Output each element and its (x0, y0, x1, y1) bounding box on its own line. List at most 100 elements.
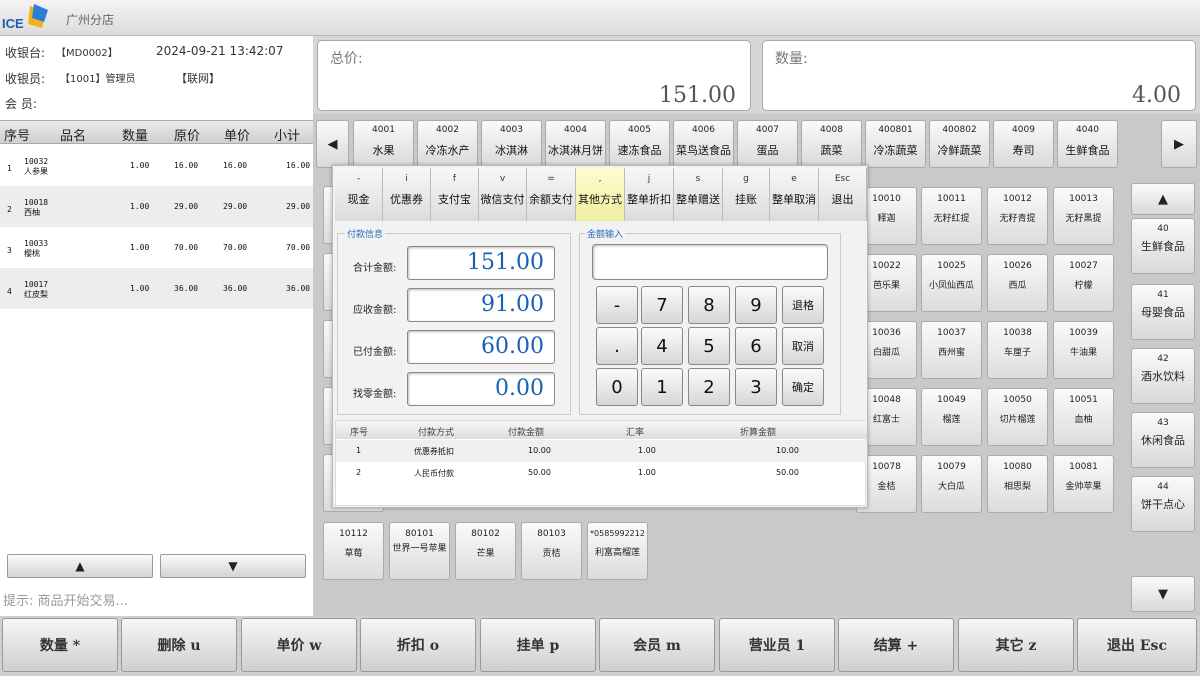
pay-row-rate: 1.00 (638, 446, 656, 455)
category-4004[interactable]: 4004 冰淇淋月饼 (545, 120, 606, 168)
cart-row[interactable]: 1 10032 人参果 1.00 16.00 16.00 16.00 (0, 145, 313, 186)
product-10050[interactable]: 10050 切片榴莲 (987, 388, 1048, 446)
cart-scroll-down-button[interactable]: ▼ (160, 554, 306, 578)
key-1[interactable]: 1 (641, 368, 683, 406)
product-80103[interactable]: 80103 贡桔 (521, 522, 582, 580)
price-function-button[interactable]: 单价 w (241, 618, 357, 672)
cart-row[interactable]: 4 10017 红皮梨 1.00 36.00 36.00 36.00 (0, 268, 313, 309)
col-price: 单价 (224, 129, 251, 144)
pay-coupon-button[interactable]: i 优惠券 (383, 168, 431, 221)
category-400802[interactable]: 400802 冷鲜蔬菜 (929, 120, 990, 168)
product-10037[interactable]: 10037 西州蜜 (921, 321, 982, 379)
key-cancel[interactable]: 取消 (782, 327, 824, 365)
side-category-43[interactable]: 43 休闲食品 (1131, 412, 1195, 468)
key-8[interactable]: 8 (688, 286, 730, 324)
amount-input-field[interactable] (592, 244, 828, 280)
product-name: 西州蜜 (937, 348, 965, 358)
category-4003[interactable]: 4003 冰淇淋 (481, 120, 542, 168)
product-10025[interactable]: 10025 小凤仙西瓜 (921, 254, 982, 312)
pay-hotkey: e (791, 174, 797, 184)
product-code: 10081 (1069, 462, 1098, 472)
product-10079[interactable]: 10079 大白瓜 (921, 455, 982, 513)
discount-function-button[interactable]: 折扣 o (360, 618, 476, 672)
key-dot[interactable]: . (596, 327, 638, 365)
side-category-name: 生鲜食品 (1141, 240, 1185, 253)
amount-due-label: 应收金额: (353, 305, 397, 316)
key-2[interactable]: 2 (688, 368, 730, 406)
side-category-44[interactable]: 44 饼干点心 (1131, 476, 1195, 532)
product-0585992212[interactable]: *0585992212 利富高榴莲 (587, 522, 648, 580)
product-10011[interactable]: 10011 无籽红提 (921, 187, 982, 245)
category-4040[interactable]: 4040 生鲜食品 (1057, 120, 1118, 168)
pay-gift-button[interactable]: s 整单赠送 (674, 168, 723, 221)
product-code: 10011 (937, 194, 966, 204)
key-5[interactable]: 5 (688, 327, 730, 365)
product-10112[interactable]: 10112 草莓 (323, 522, 384, 580)
product-10012[interactable]: 10012 无籽青提 (987, 187, 1048, 245)
product-10027[interactable]: 10027 柠檬 (1053, 254, 1114, 312)
pay-discount-button[interactable]: j 整单折扣 (625, 168, 674, 221)
category-4006[interactable]: 4006 菜鸟送食品 (673, 120, 734, 168)
other-function-button[interactable]: 其它 z (958, 618, 1074, 672)
cart-scroll-up-button[interactable]: ▲ (7, 554, 153, 578)
key-minus[interactable]: - (596, 286, 638, 324)
pay-hotkey: j (647, 174, 651, 184)
category-4009[interactable]: 4009 寿司 (993, 120, 1054, 168)
category-next-button[interactable]: ▶ (1161, 120, 1197, 168)
key-3[interactable]: 3 (735, 368, 777, 406)
cart-row[interactable]: 3 10033 樱桃 1.00 70.00 70.00 70.00 (0, 227, 313, 268)
key-backspace[interactable]: 退格 (782, 286, 824, 324)
row-qty: 1.00 (130, 243, 150, 252)
side-category-40[interactable]: 40 生鲜食品 (1131, 218, 1195, 274)
side-category-42[interactable]: 42 酒水饮料 (1131, 348, 1195, 404)
key-confirm[interactable]: 确定 (782, 368, 824, 406)
category-4008[interactable]: 4008 蔬菜 (801, 120, 862, 168)
product-code: *0585992212 (590, 529, 645, 538)
member-function-button[interactable]: 会员 m (599, 618, 715, 672)
key-9[interactable]: 9 (735, 286, 777, 324)
product-10013[interactable]: 10013 无籽黑提 (1053, 187, 1114, 245)
product-10081[interactable]: 10081 金帅苹果 (1053, 455, 1114, 513)
row-name: 樱桃 (24, 249, 40, 258)
key-7[interactable]: 7 (641, 286, 683, 324)
product-10026[interactable]: 10026 西瓜 (987, 254, 1048, 312)
category-4002[interactable]: 4002 冷冻水产 (417, 120, 478, 168)
category-prev-button[interactable]: ◀ (316, 120, 349, 168)
pay-other-button[interactable]: , 其他方式 (576, 168, 625, 221)
qty-function-button[interactable]: 数量 * (2, 618, 118, 672)
cart-row[interactable]: 2 10018 西柚 1.00 29.00 29.00 29.00 (0, 186, 313, 227)
pay-balance-button[interactable]: = 余额支付 (527, 168, 576, 221)
key-4[interactable]: 4 (641, 327, 683, 365)
category-4007[interactable]: 4007 蛋品 (737, 120, 798, 168)
category-4005[interactable]: 4005 速冻食品 (609, 120, 670, 168)
product-name: 世界一号苹果 (392, 544, 447, 554)
hold-order-function-button[interactable]: 挂单 p (480, 618, 596, 672)
product-80101[interactable]: 80101 世界一号苹果 (389, 522, 450, 580)
payment-row[interactable]: 2 人民币付款 50.00 1.00 50.00 (336, 462, 867, 484)
product-10039[interactable]: 10039 牛油果 (1053, 321, 1114, 379)
side-category-up-button[interactable]: ▲ (1131, 183, 1195, 215)
key-6[interactable]: 6 (735, 327, 777, 365)
side-category-41[interactable]: 41 母婴食品 (1131, 284, 1195, 340)
product-10038[interactable]: 10038 车厘子 (987, 321, 1048, 379)
pay-cash-button[interactable]: - 现金 (335, 168, 383, 221)
category-4001[interactable]: 4001 水果 (353, 120, 414, 168)
salesperson-function-button[interactable]: 营业员 1 (719, 618, 835, 672)
delete-function-button[interactable]: 删除 u (121, 618, 237, 672)
pay-cancel-order-button[interactable]: e 整单取消 (770, 168, 819, 221)
key-0[interactable]: 0 (596, 368, 638, 406)
checkout-function-button[interactable]: 结算 + (838, 618, 954, 672)
product-80102[interactable]: 80102 芒果 (455, 522, 516, 580)
category-400801[interactable]: 400801 冷冻蔬菜 (865, 120, 926, 168)
pay-wechat-button[interactable]: v 微信支付 (479, 168, 527, 221)
product-10051[interactable]: 10051 血柚 (1053, 388, 1114, 446)
payment-row[interactable]: 1 优惠券抵扣 10.00 1.00 10.00 (336, 440, 867, 462)
product-10080[interactable]: 10080 相思梨 (987, 455, 1048, 513)
pay-exit-button[interactable]: Esc 退出 (819, 168, 867, 221)
pay-credit-button[interactable]: g 挂账 (723, 168, 770, 221)
exit-function-button[interactable]: 退出 Esc (1077, 618, 1197, 672)
pay-alipay-button[interactable]: f 支付宝 (431, 168, 479, 221)
side-category-down-button[interactable]: ▼ (1131, 576, 1195, 612)
product-10049[interactable]: 10049 榴莲 (921, 388, 982, 446)
product-name: 无籽红提 (933, 214, 970, 224)
